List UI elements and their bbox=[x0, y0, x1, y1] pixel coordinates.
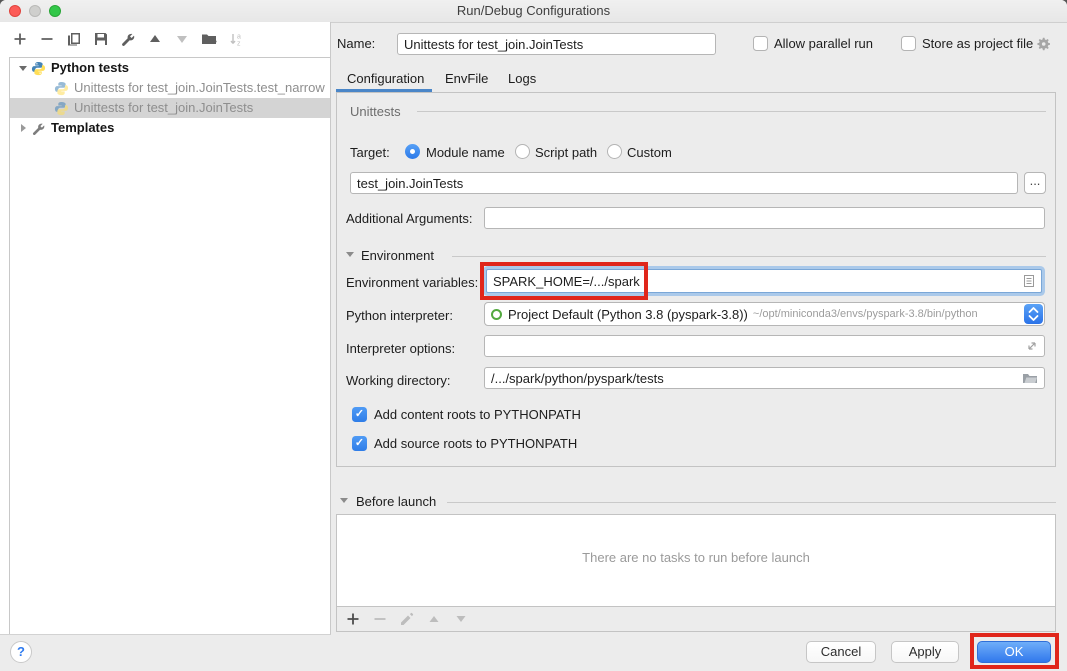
gear-icon[interactable] bbox=[1036, 36, 1052, 52]
edit-templates-icon[interactable] bbox=[120, 31, 136, 47]
chevron-right-icon[interactable] bbox=[15, 124, 31, 132]
before-launch-separator bbox=[447, 502, 1056, 503]
additional-arguments-input[interactable] bbox=[484, 207, 1045, 229]
run-debug-configurations-dialog: Run/Debug Configurations az bbox=[0, 0, 1067, 671]
target-module-name-radio[interactable] bbox=[405, 144, 420, 159]
interpreter-options-label: Interpreter options: bbox=[346, 341, 455, 356]
working-directory-input[interactable] bbox=[484, 367, 1045, 389]
target-module-name-label: Module name bbox=[426, 145, 505, 160]
environment-variables-field[interactable] bbox=[486, 269, 1042, 293]
ok-button[interactable]: OK bbox=[977, 641, 1051, 663]
module-name-input[interactable] bbox=[350, 172, 1018, 194]
interpreter-value: Project Default (Python 3.8 (pyspark-3.8… bbox=[508, 307, 748, 322]
expand-icon[interactable] bbox=[1024, 338, 1040, 354]
additional-arguments-label: Additional Arguments: bbox=[346, 211, 472, 226]
conda-env-icon bbox=[491, 309, 502, 320]
svg-text:z: z bbox=[237, 41, 241, 48]
move-task-up-icon bbox=[426, 611, 442, 627]
before-launch-task-panel: There are no tasks to run before launch bbox=[336, 514, 1056, 607]
save-configuration-icon[interactable] bbox=[93, 31, 109, 47]
interpreter-options-input[interactable] bbox=[484, 335, 1045, 357]
sort-configurations-icon: az bbox=[228, 31, 244, 47]
cancel-button[interactable]: Cancel bbox=[806, 641, 876, 663]
environment-group-label: Environment bbox=[361, 248, 434, 263]
new-folder-icon[interactable] bbox=[201, 31, 217, 47]
chevron-down-icon[interactable] bbox=[15, 66, 31, 71]
target-label: Target: bbox=[350, 145, 390, 160]
remove-task-icon bbox=[372, 611, 388, 627]
name-input[interactable] bbox=[397, 33, 716, 55]
configurations-tree: Python tests Unittests for test_join.Joi… bbox=[9, 57, 330, 634]
empty-tasks-message: There are no tasks to run before launch bbox=[337, 550, 1055, 565]
tree-item-python-tests[interactable]: Python tests bbox=[10, 58, 330, 78]
svg-text:a: a bbox=[237, 34, 241, 41]
sidebar-toolbar: az bbox=[12, 31, 244, 47]
python-interpreter-select[interactable]: Project Default (Python 3.8 (pyspark-3.8… bbox=[484, 302, 1045, 326]
apply-button[interactable]: Apply bbox=[891, 641, 959, 663]
allow-parallel-run-checkbox[interactable] bbox=[753, 36, 768, 51]
tree-item-label: Python tests bbox=[51, 58, 129, 78]
remove-configuration-icon[interactable] bbox=[39, 31, 55, 47]
unittests-group-label: Unittests bbox=[350, 104, 401, 119]
add-content-roots-label: Add content roots to PYTHONPATH bbox=[374, 407, 581, 422]
tree-item-label: Unittests for test_join.JoinTests bbox=[74, 98, 253, 118]
allow-parallel-run-label: Allow parallel run bbox=[774, 36, 873, 51]
environment-collapse-icon[interactable] bbox=[346, 252, 354, 257]
add-source-roots-label: Add source roots to PYTHONPATH bbox=[374, 436, 577, 451]
edit-variables-icon[interactable] bbox=[1021, 273, 1037, 289]
configurations-sidebar: az Python tests Unittests for test_join.… bbox=[0, 22, 331, 635]
store-as-project-file-label: Store as project file bbox=[922, 36, 1033, 51]
name-label: Name: bbox=[337, 36, 375, 51]
environment-separator bbox=[452, 256, 1046, 257]
python-interpreter-label: Python interpreter: bbox=[346, 308, 453, 323]
store-as-project-file-checkbox[interactable] bbox=[901, 36, 916, 51]
tree-item-unittests-jointests[interactable]: Unittests for test_join.JoinTests bbox=[10, 98, 330, 118]
target-script-path-label: Script path bbox=[535, 145, 597, 160]
environment-variables-input[interactable] bbox=[487, 274, 1021, 289]
dropdown-stepper-icon[interactable] bbox=[1024, 304, 1043, 324]
environment-variables-label: Environment variables: bbox=[346, 275, 478, 290]
working-directory-label: Working directory: bbox=[346, 373, 451, 388]
before-launch-collapse-icon[interactable] bbox=[340, 498, 348, 503]
add-configuration-icon[interactable] bbox=[12, 31, 28, 47]
tree-item-unittests-narrow[interactable]: Unittests for test_join.JoinTests.test_n… bbox=[10, 78, 330, 98]
move-down-icon bbox=[174, 31, 190, 47]
edit-task-icon bbox=[399, 611, 415, 627]
tree-item-label: Templates bbox=[51, 118, 114, 138]
move-up-icon[interactable] bbox=[147, 31, 163, 47]
add-source-roots-checkbox[interactable] bbox=[352, 436, 367, 451]
add-task-icon[interactable] bbox=[345, 611, 361, 627]
folder-icon[interactable] bbox=[1022, 370, 1038, 386]
help-button[interactable]: ? bbox=[10, 641, 32, 663]
before-launch-title: Before launch bbox=[356, 494, 436, 509]
wrench-icon bbox=[31, 121, 46, 136]
interpreter-path: ~/opt/miniconda3/envs/pyspark-3.8/bin/py… bbox=[753, 308, 978, 320]
move-task-down-icon bbox=[453, 611, 469, 627]
python-icon bbox=[54, 101, 69, 116]
before-launch-toolbar bbox=[336, 607, 1056, 632]
browse-module-button[interactable]: ... bbox=[1024, 172, 1046, 194]
target-script-path-radio[interactable] bbox=[515, 144, 530, 159]
add-content-roots-checkbox[interactable] bbox=[352, 407, 367, 422]
target-custom-label: Custom bbox=[627, 145, 672, 160]
group-separator bbox=[417, 111, 1046, 112]
tab-envfile[interactable]: EnvFile bbox=[445, 71, 488, 86]
python-icon bbox=[31, 61, 46, 76]
tree-item-label: Unittests for test_join.JoinTests.test_n… bbox=[74, 78, 325, 98]
titlebar: Run/Debug Configurations bbox=[0, 0, 1067, 23]
tab-configuration[interactable]: Configuration bbox=[347, 71, 424, 86]
tab-logs[interactable]: Logs bbox=[508, 71, 536, 86]
python-icon bbox=[54, 81, 69, 96]
target-custom-radio[interactable] bbox=[607, 144, 622, 159]
copy-configuration-icon[interactable] bbox=[66, 31, 82, 47]
tree-item-templates[interactable]: Templates bbox=[10, 118, 330, 138]
window-title: Run/Debug Configurations bbox=[0, 3, 1067, 18]
